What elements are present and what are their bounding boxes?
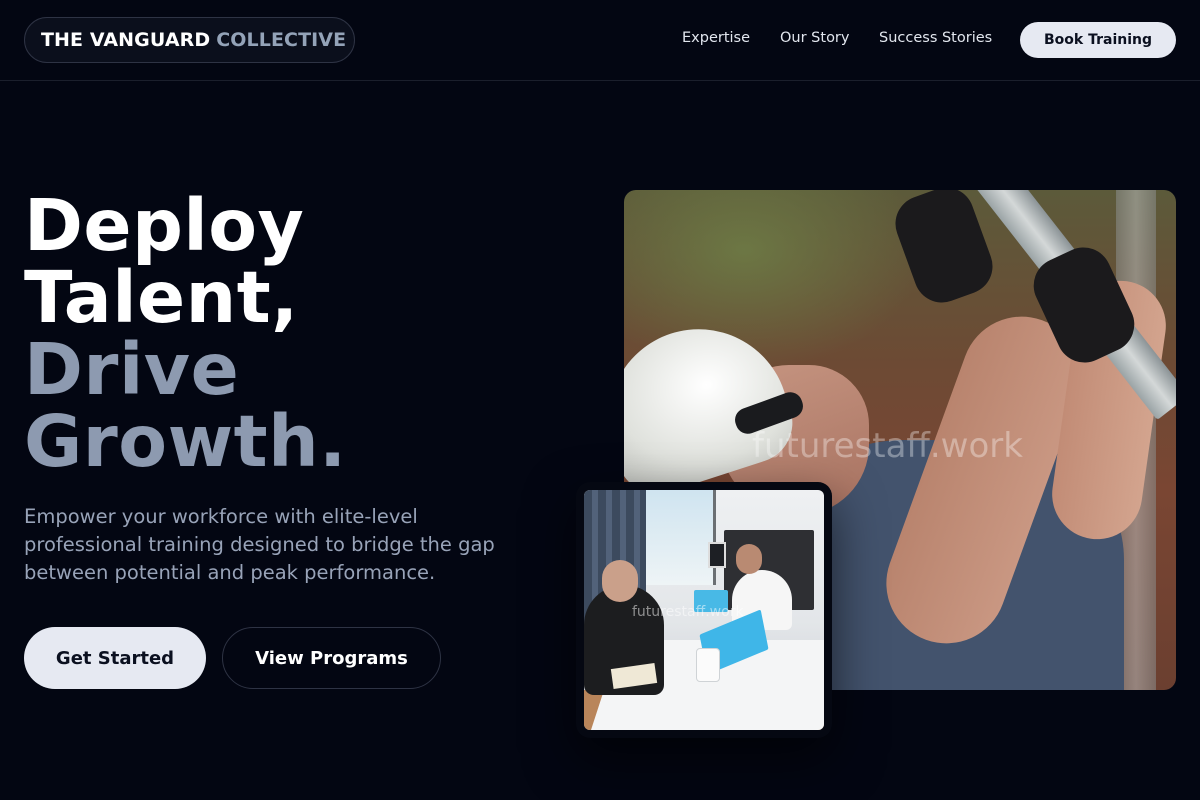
nav-link-expertise[interactable]: Expertise (682, 30, 750, 50)
book-training-button[interactable]: Book Training (1020, 22, 1176, 58)
headline-line-4: Growth. (24, 400, 347, 483)
logo-primary-text: THE VANGUARD (41, 29, 211, 51)
headline-line-3: Drive (24, 328, 240, 411)
nav-link-our-story[interactable]: Our Story (780, 30, 849, 50)
headline-line-1: Deploy (24, 184, 305, 267)
brand-logo[interactable]: THE VANGUARD COLLECTIVE (24, 17, 355, 63)
image-wall-picture (708, 542, 726, 568)
site-header: THE VANGUARD COLLECTIVE Expertise Our St… (0, 0, 1200, 81)
image-trainer-head (736, 544, 762, 574)
image-window (646, 490, 716, 585)
small-image-watermark: futurestaff.work (632, 604, 744, 620)
get-started-button[interactable]: Get Started (24, 627, 206, 689)
hero-headline: Deploy Talent, Drive Growth. (24, 190, 584, 478)
image-trainee-head (602, 560, 638, 602)
nav-link-success-stories[interactable]: Success Stories (879, 30, 992, 50)
image-glove-left (887, 190, 1001, 311)
hero-image-office-training: futurestaff.work (584, 490, 824, 730)
view-programs-button[interactable]: View Programs (222, 627, 441, 689)
logo-accent-text: COLLECTIVE (216, 29, 347, 51)
hero-subtext: Empower your workforce with elite-level … (24, 505, 495, 584)
landing-page: THE VANGUARD COLLECTIVE Expertise Our St… (0, 0, 1200, 800)
main-image-watermark: futurestaff.work (752, 426, 1023, 466)
image-cup (696, 648, 720, 682)
headline-line-2: Talent, (24, 256, 299, 339)
